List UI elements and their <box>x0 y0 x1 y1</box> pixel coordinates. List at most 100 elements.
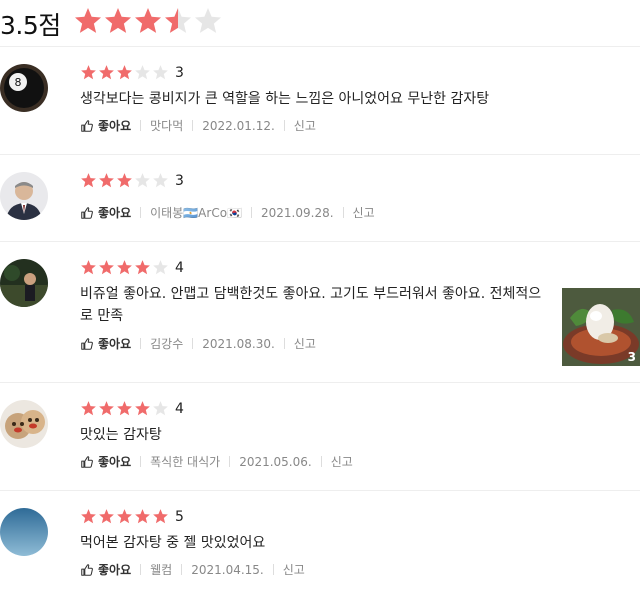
review-item: 8 3 생각보다는 콩비지가 큰 역할을 하는 느낌은 아니었어요 무난한 감자… <box>0 47 640 155</box>
meta-separator <box>342 207 344 218</box>
meta-separator <box>140 120 142 131</box>
star-empty-icon <box>153 65 168 80</box>
rating-value: 4 <box>175 259 184 276</box>
avatar[interactable] <box>0 172 48 220</box>
star-filled-icon <box>135 8 161 33</box>
star-filled-icon <box>81 260 96 275</box>
review-rating: 4 <box>80 259 184 276</box>
star-half-icon <box>165 8 191 33</box>
star-filled-icon <box>81 173 96 188</box>
review-meta: 좋아요 김강수 2021.08.30. 신고 <box>80 335 316 352</box>
average-score: 3.5점 <box>0 11 61 40</box>
review-meta: 좋아요 이태봉🇦🇷ArCo🇰🇷 2021.09.28. 신고 <box>80 204 375 221</box>
avatar[interactable]: 8 <box>0 64 48 112</box>
average-stars <box>73 6 223 40</box>
thumbs-up-icon <box>80 206 98 220</box>
star-filled-icon <box>99 65 114 80</box>
star-filled-icon <box>99 260 114 275</box>
star-filled-icon <box>75 8 101 33</box>
star-icon <box>103 6 133 36</box>
photo-count: 3 <box>627 350 636 364</box>
review-item: 3 좋아요 이태봉🇦🇷ArCo🇰🇷 2021.09.28. 신고 <box>0 155 640 242</box>
review-meta: 좋아요 폭식한 대식가 2021.05.06. 신고 <box>80 453 353 470</box>
report-button[interactable]: 신고 <box>294 335 316 352</box>
review-author[interactable]: 이태봉🇦🇷ArCo🇰🇷 <box>150 204 242 221</box>
rating-value: 3 <box>175 64 184 81</box>
star-filled-icon <box>81 401 96 416</box>
review-author[interactable]: 김강수 <box>150 335 183 352</box>
star-empty-icon <box>153 401 168 416</box>
meta-separator <box>192 338 194 349</box>
review-date: 2021.04.15. <box>191 562 264 577</box>
review-item: 5 먹어본 감자탕 중 젤 맛있었어요 좋아요 웰컴 2021.04.15. 신… <box>0 491 640 599</box>
rating-value: 3 <box>175 172 184 189</box>
meta-separator <box>283 338 285 349</box>
review-text: 먹어본 감자탕 중 젤 맛있었어요 <box>80 535 266 551</box>
star-icon <box>163 6 193 36</box>
review-date: 2021.05.06. <box>239 454 312 469</box>
star-filled-icon <box>99 509 114 524</box>
avatar[interactable] <box>0 508 48 556</box>
review-rating: 3 <box>80 64 184 81</box>
review-text: 생각보다는 콩비지가 큰 역할을 하는 느낌은 아니었어요 무난한 감자탕 <box>80 91 490 107</box>
meta-separator <box>272 564 274 575</box>
like-label: 좋아요 <box>98 563 132 577</box>
review-date: 2021.09.28. <box>261 205 334 220</box>
meta-separator <box>140 207 142 218</box>
meta-separator <box>192 120 194 131</box>
review-date: 2022.01.12. <box>202 118 275 133</box>
star-filled-icon <box>99 401 114 416</box>
thumbs-up-icon <box>80 119 98 133</box>
like-label: 좋아요 <box>98 455 132 469</box>
star-empty-icon <box>153 173 168 188</box>
review-text: 비쥬얼 좋아요. 안맵고 담백한것도 좋아요. 고기도 부드러워서 좋아요. 전… <box>80 286 542 324</box>
meta-separator <box>140 338 142 349</box>
review-rating: 4 <box>80 400 184 417</box>
report-button[interactable]: 신고 <box>353 204 375 221</box>
star-icon <box>193 6 223 36</box>
like-button[interactable]: 좋아요 <box>80 117 131 134</box>
meta-separator <box>140 456 142 467</box>
star-empty-icon <box>135 65 150 80</box>
report-button[interactable]: 신고 <box>294 117 316 134</box>
rating-value: 5 <box>175 508 184 525</box>
review-meta: 좋아요 웰컴 2021.04.15. 신고 <box>80 561 305 578</box>
meta-separator <box>181 564 183 575</box>
review-text: 맛있는 감자탕 <box>80 427 162 443</box>
meta-separator <box>229 456 231 467</box>
meta-separator <box>283 120 285 131</box>
review-date: 2021.08.30. <box>202 336 275 351</box>
like-label: 좋아요 <box>98 206 132 220</box>
thumbs-up-icon <box>80 455 98 469</box>
report-button[interactable]: 신고 <box>283 561 305 578</box>
star-filled-icon <box>99 173 114 188</box>
avatar[interactable] <box>0 259 48 307</box>
like-button[interactable]: 좋아요 <box>80 204 131 221</box>
thumbs-up-icon <box>80 563 98 577</box>
thumbs-up-icon <box>80 337 98 351</box>
review-rating: 5 <box>80 508 184 525</box>
like-button[interactable]: 좋아요 <box>80 453 131 470</box>
report-button[interactable]: 신고 <box>331 453 353 470</box>
review-photo-thumbnail[interactable]: 3 <box>562 288 640 366</box>
like-label: 좋아요 <box>98 119 132 133</box>
review-author[interactable]: 웰컴 <box>150 561 172 578</box>
like-label: 좋아요 <box>98 337 132 351</box>
star-filled-icon <box>153 509 168 524</box>
star-filled-icon <box>117 401 132 416</box>
review-author[interactable]: 폭식한 대식가 <box>150 453 220 470</box>
like-button[interactable]: 좋아요 <box>80 335 131 352</box>
like-button[interactable]: 좋아요 <box>80 561 131 578</box>
review-author[interactable]: 맛다먹 <box>150 117 183 134</box>
star-filled-icon <box>117 509 132 524</box>
star-filled-icon <box>117 260 132 275</box>
meta-separator <box>251 207 252 218</box>
star-empty-icon <box>153 260 168 275</box>
star-filled-icon <box>117 173 132 188</box>
star-filled-icon <box>117 65 132 80</box>
star-filled-icon <box>105 8 131 33</box>
meta-separator <box>140 564 142 575</box>
star-empty-icon <box>195 8 221 33</box>
avatar[interactable] <box>0 400 48 448</box>
rating-summary: 3.5점 <box>0 0 640 46</box>
